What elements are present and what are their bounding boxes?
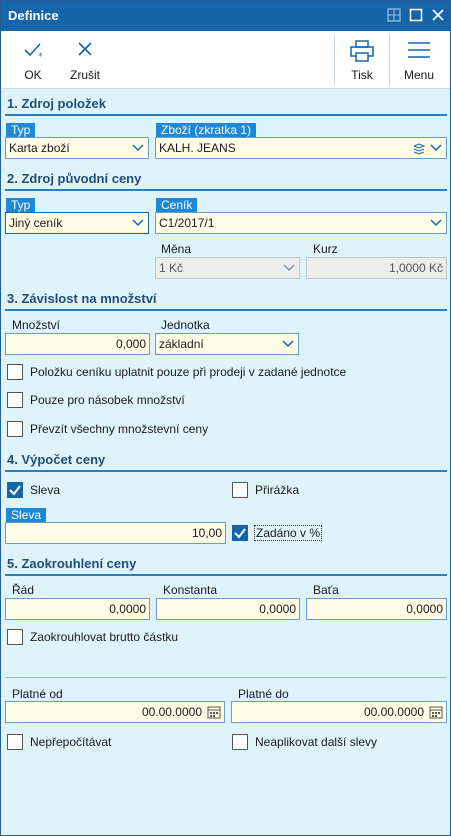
- typ2-select[interactable]: Jiný ceník: [5, 212, 149, 234]
- dropdown-icon: [283, 264, 295, 272]
- platne-do-field[interactable]: 00.00.0000: [231, 701, 447, 723]
- mena-select: 1 Kč: [155, 257, 300, 279]
- dropdown-icon: [430, 144, 442, 152]
- section-4-title: 4. Výpočet ceny: [7, 452, 106, 467]
- mnozstvi-label: Množství: [12, 318, 61, 332]
- restore-icon[interactable]: [387, 8, 401, 22]
- mnozstvi-field[interactable]: 0,000: [5, 333, 150, 355]
- sleva-label: Sleva: [6, 508, 47, 522]
- zbozi-select[interactable]: KALH. JEANS: [155, 137, 447, 159]
- kurz-field: 1,0000 Kč: [306, 257, 447, 279]
- checkbox-prirazka-label: Přirážka: [255, 483, 300, 497]
- checkbox-sleva-label: Sleva: [30, 483, 61, 497]
- svg-text:*: *: [38, 52, 43, 61]
- dropdown-icon: [430, 219, 442, 227]
- close-icon[interactable]: [431, 8, 445, 22]
- bata-field[interactable]: 0,0000: [306, 598, 447, 620]
- typ-select[interactable]: Karta zboží: [5, 137, 149, 159]
- maximize-icon[interactable]: [409, 8, 423, 22]
- checkbox-brutto-label: Zaokrouhlovat brutto částku: [30, 630, 179, 644]
- sleva-field[interactable]: 10,00: [5, 522, 226, 544]
- section-1-title: 1. Zdroj položek: [7, 96, 106, 111]
- title-bar: Definice: [1, 1, 450, 31]
- section-2-title: 2. Zdroj původní ceny: [7, 171, 142, 186]
- hamburger-icon: [408, 42, 430, 58]
- checkbox-neaplikovat-label: Neaplikovat další slevy: [255, 735, 378, 749]
- checkbox-zadano-label: Zadáno v %: [254, 525, 323, 541]
- section-5-title: 5. Zaokrouhlení ceny: [7, 556, 137, 571]
- checkbox-nasobek-label: Pouze pro násobek množství: [30, 393, 185, 407]
- cenik-label: Ceník: [156, 198, 198, 212]
- cenik-select[interactable]: C1/2017/1: [155, 212, 447, 234]
- bata-label: Baťa: [313, 583, 339, 597]
- checkbox-jednotka[interactable]: [7, 364, 23, 380]
- printer-icon: [350, 40, 374, 62]
- definice-window: Definice * OK Zrušit Tisk Menu 1. Zdroj …: [0, 0, 451, 836]
- checkbox-prevzit-label: Převzít všechny množstevní ceny: [30, 422, 209, 436]
- check-icon: [234, 528, 246, 539]
- calendar-icon[interactable]: [207, 705, 221, 719]
- checkbox-sleva[interactable]: [7, 482, 23, 498]
- print-button[interactable]: Tisk: [339, 31, 385, 89]
- window-title: Definice: [8, 8, 59, 23]
- menu-button[interactable]: Menu: [395, 31, 443, 89]
- checkbox-neprepocitavat-label: Nepřepočítávat: [30, 735, 112, 749]
- dropdown-icon: [132, 144, 144, 152]
- checkbox-prirazka[interactable]: [232, 482, 248, 498]
- ok-check-icon: *: [24, 43, 43, 61]
- dropdown-icon: [132, 219, 144, 227]
- checkbox-neprepocitavat[interactable]: [7, 734, 23, 750]
- konstanta-label: Konstanta: [163, 583, 218, 597]
- checkbox-neaplikovat[interactable]: [232, 734, 248, 750]
- mena-label: Měna: [161, 242, 192, 256]
- rad-label: Řád: [12, 583, 35, 597]
- zbozi-label: Zboží (zkratka 1): [156, 123, 257, 137]
- jednotka-label: Jednotka: [161, 318, 210, 332]
- typ2-label: Typ: [6, 198, 36, 212]
- platne-od-label: Platné od: [12, 687, 63, 701]
- checkbox-prevzit[interactable]: [7, 421, 23, 437]
- dropdown-icon: [282, 340, 294, 348]
- toolbar: * OK Zrušit Tisk Menu: [1, 31, 450, 89]
- check-icon: [9, 485, 21, 496]
- platne-od-field[interactable]: 00.00.0000: [5, 701, 225, 723]
- checkbox-jednotka-label: Položku ceníku uplatnit pouze při prodej…: [30, 365, 347, 379]
- typ-label: Typ: [6, 123, 36, 137]
- section-3-title: 3. Závislost na množství: [7, 291, 157, 306]
- jednotka-select[interactable]: základní: [155, 333, 299, 355]
- platne-do-label: Platné do: [238, 687, 289, 701]
- cancel-button[interactable]: Zrušit: [63, 31, 107, 89]
- calendar-icon[interactable]: [429, 705, 443, 719]
- checkbox-zadano[interactable]: [232, 525, 248, 541]
- checkbox-nasobek[interactable]: [7, 392, 23, 408]
- layers-icon[interactable]: [412, 142, 426, 156]
- konstanta-field[interactable]: 0,0000: [156, 598, 300, 620]
- ok-button[interactable]: * OK: [11, 31, 55, 89]
- kurz-label: Kurz: [313, 242, 338, 256]
- rad-field[interactable]: 0,0000: [5, 598, 150, 620]
- cancel-x-icon: [78, 42, 92, 56]
- checkbox-brutto[interactable]: [7, 629, 23, 645]
